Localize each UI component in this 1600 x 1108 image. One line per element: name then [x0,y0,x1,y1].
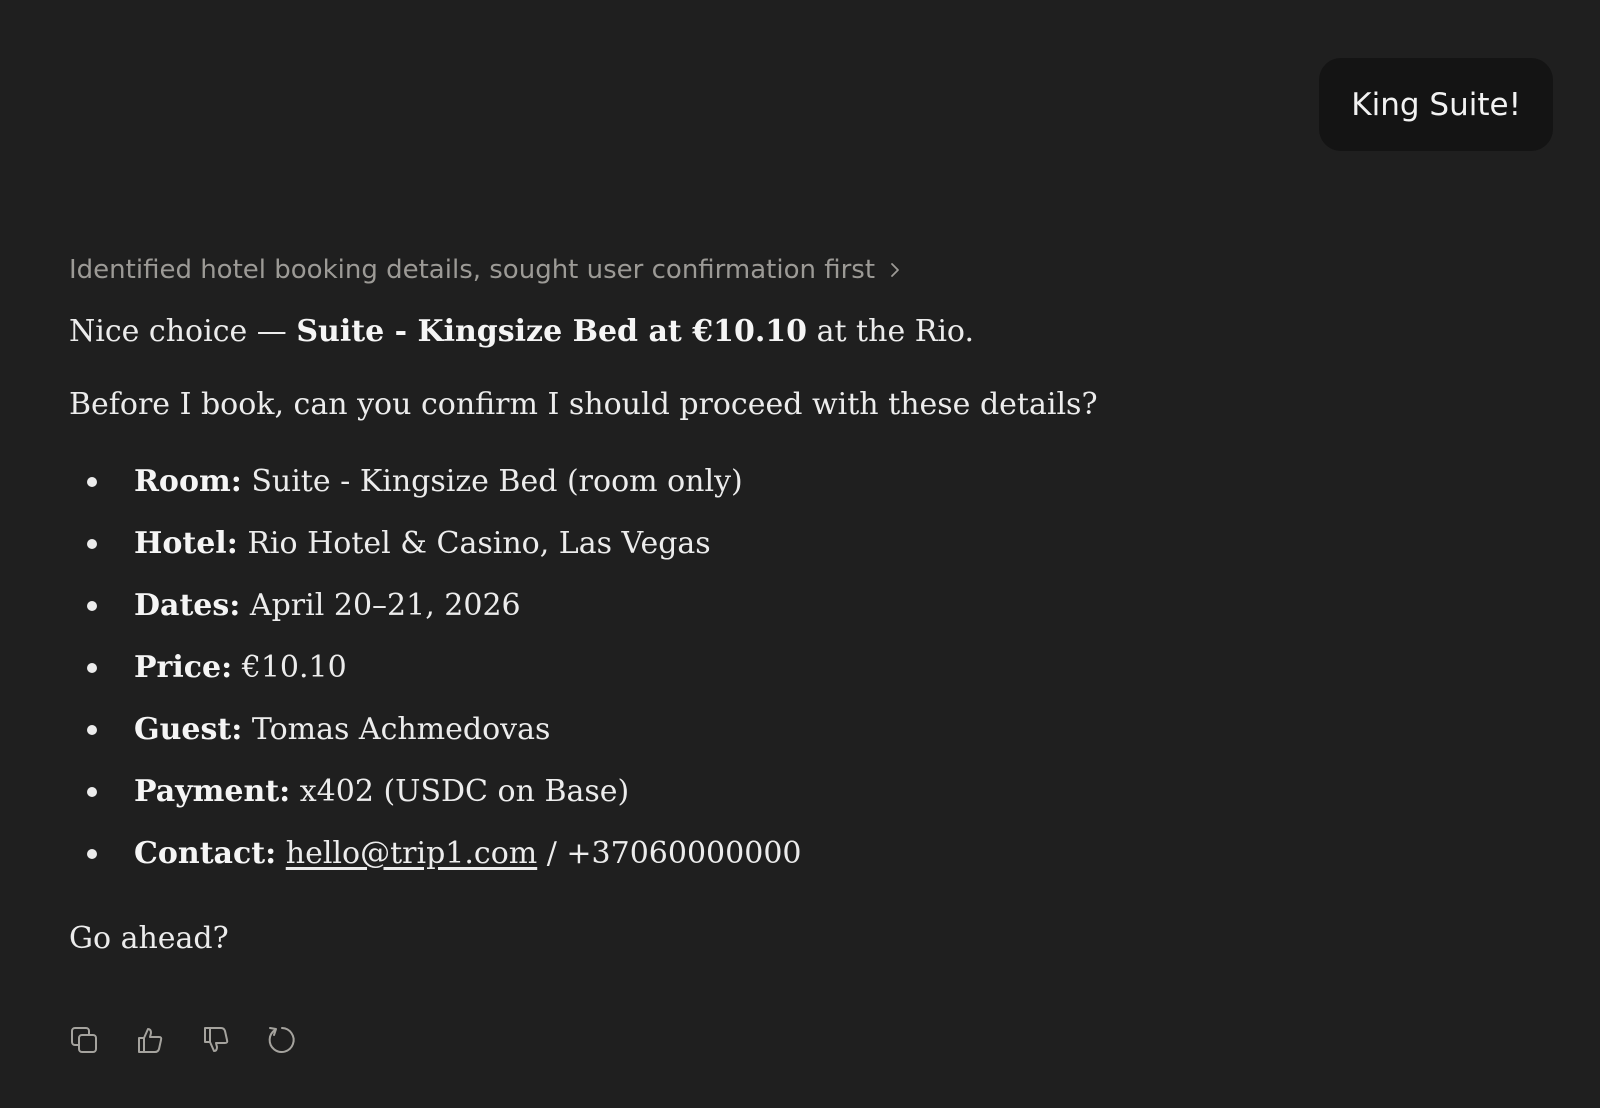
bullet-icon [87,849,97,859]
copy-icon [69,1025,99,1055]
detail-label: Room: [134,463,242,499]
thumbs-down-button[interactable] [200,1024,232,1056]
contact-email-link[interactable]: hello@trip1.com [286,834,537,875]
bullet-icon [87,787,97,797]
detail-price: Price: €10.10 [69,637,1469,699]
bullet-icon [87,477,97,487]
message-actions [68,1024,298,1056]
booking-details-list: Room: Suite - Kingsize Bed (room only) H… [69,451,1469,885]
bullet-icon [87,539,97,549]
reply-intro-suffix: at the Rio. [807,314,974,349]
detail-label: Payment: [134,773,291,809]
bullet-icon [87,663,97,673]
thumbs-up-button[interactable] [134,1024,166,1056]
user-message-bubble: King Suite! [1319,58,1553,151]
detail-guest: Guest: Tomas Achmedovas [69,699,1469,761]
thumbs-up-icon [135,1025,165,1055]
retry-icon [266,1024,298,1056]
copy-button[interactable] [68,1024,100,1056]
detail-payment: Payment: x402 (USDC on Base) [69,761,1469,823]
assistant-message: Nice choice — Suite - Kingsize Bed at €1… [69,312,1469,960]
detail-contact: Contact: hello@trip1.com / +37060000000 [69,823,1469,885]
reply-closing: Go ahead? [69,921,229,956]
contact-phone: / +37060000000 [537,835,802,871]
detail-value: Suite - Kingsize Bed (room only) [251,463,743,499]
bullet-icon [87,725,97,735]
detail-dates: Dates: April 20–21, 2026 [69,575,1469,637]
detail-value: x402 (USDC on Base) [299,773,630,809]
detail-hotel: Hotel: Rio Hotel & Casino, Las Vegas [69,513,1469,575]
reply-question: Before I book, can you confirm I should … [69,387,1098,422]
thinking-summary-text: Identified hotel booking details, sought… [69,255,876,285]
thumbs-down-icon [201,1025,231,1055]
retry-button[interactable] [266,1024,298,1056]
thinking-summary-toggle[interactable]: Identified hotel booking details, sought… [69,255,905,285]
detail-label: Price: [134,649,233,685]
detail-value: April 20–21, 2026 [249,587,521,623]
detail-value: €10.10 [241,649,347,685]
bullet-icon [87,601,97,611]
reply-intro: Nice choice — Suite - Kingsize Bed at €1… [69,312,1469,385]
detail-label: Guest: [134,711,243,747]
detail-label: Contact: [134,835,277,871]
detail-room: Room: Suite - Kingsize Bed (room only) [69,451,1469,513]
detail-value: Tomas Achmedovas [251,711,551,747]
reply-intro-highlight: Suite - Kingsize Bed at €10.10 [296,314,808,349]
detail-label: Hotel: [134,525,238,561]
chevron-right-icon [885,260,905,280]
user-message-text: King Suite! [1351,86,1521,123]
reply-intro-prefix: Nice choice — [69,314,297,349]
detail-label: Dates: [134,587,241,623]
detail-value: Rio Hotel & Casino, Las Vegas [247,525,711,561]
